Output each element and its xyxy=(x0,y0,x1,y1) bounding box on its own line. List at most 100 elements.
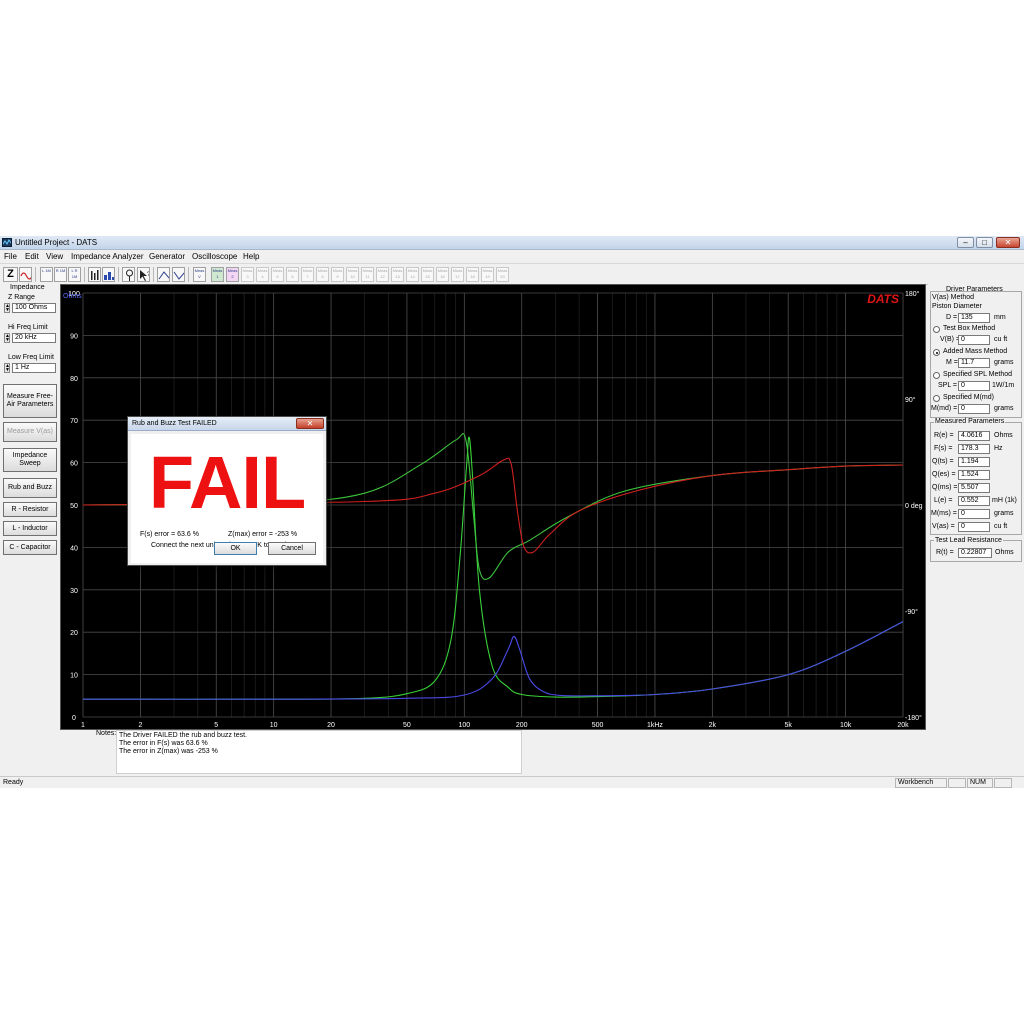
low-freq-field[interactable]: 1 Hz xyxy=(12,363,56,373)
window-title: Untitled Project - DATS xyxy=(15,238,98,247)
menu-generator[interactable]: Generator xyxy=(149,252,185,261)
toolbar-meas-11-button[interactable]: Meas 11 xyxy=(361,267,374,282)
notes-line-1: The Driver FAILED the rub and buzz test. xyxy=(119,732,248,739)
test-box-method-radio[interactable] xyxy=(933,326,940,333)
x-tick-label: 1 xyxy=(81,722,85,729)
vas-field: 0 xyxy=(958,522,990,532)
toolbar-meas-9-button[interactable]: Meas 9 xyxy=(331,267,344,282)
rub-and-buzz-button[interactable]: Rub and Buzz xyxy=(3,478,57,498)
hi-freq-field[interactable]: 20 kHz xyxy=(12,333,56,343)
status-bar: Ready Workbench NUM xyxy=(0,776,1024,788)
vb-unit: cu ft xyxy=(994,336,1008,343)
test-lead-header: Test Lead Resistance xyxy=(934,537,1003,544)
vb-field[interactable]: 0 xyxy=(958,335,990,345)
low-freq-label: Low Freq Limit xyxy=(8,354,54,361)
d-field[interactable]: 135 xyxy=(958,313,990,323)
specified-mmd-radio[interactable] xyxy=(933,395,940,402)
dialog-close-button[interactable]: ✕ xyxy=(296,418,324,429)
toolbar-meas-17-button[interactable]: Meas 17 xyxy=(451,267,464,282)
equalizer-button[interactable] xyxy=(88,267,101,282)
toolbar-meas-7-button[interactable]: Meas 7 xyxy=(301,267,314,282)
phase-tick-label: -90° xyxy=(905,608,918,616)
spectrum-button[interactable] xyxy=(102,267,115,282)
ok-button[interactable]: OK xyxy=(214,542,257,555)
toolbar-meas-3-button[interactable]: Meas 3 xyxy=(241,267,254,282)
measure-vas-button[interactable]: Measure V(as) xyxy=(3,422,57,442)
toolbar-meas-5-button[interactable]: Meas 5 xyxy=(271,267,284,282)
phase-button[interactable] xyxy=(157,267,170,282)
toolbar-meas-15-button[interactable]: Meas 15 xyxy=(421,267,434,282)
qes-label: Q(es) = xyxy=(932,471,956,478)
low-freq-spinner[interactable]: ▲ ▼ xyxy=(4,363,10,373)
toolbar-meas-13-button[interactable]: Meas 13 xyxy=(391,267,404,282)
added-mass-method-radio[interactable] xyxy=(933,349,940,356)
sine-wave-button[interactable] xyxy=(19,267,32,282)
spl-field[interactable]: 0 xyxy=(958,381,990,391)
toolbar-meas-1-button[interactable]: Meas 1 xyxy=(211,267,224,282)
le-label: L(e) = xyxy=(934,497,953,504)
toolbar-meas-8-button[interactable]: Meas 8 xyxy=(316,267,329,282)
toolbar-meas-v-button[interactable]: Meas V xyxy=(193,267,206,282)
d-unit: mm xyxy=(994,314,1006,321)
frequency-button[interactable] xyxy=(172,267,185,282)
measure-free-air-button[interactable]: Measure Free-Air Parameters xyxy=(3,384,57,418)
toolbar-r1m-button[interactable]: R 1M xyxy=(54,267,67,282)
y-tick-label: 90 xyxy=(70,333,78,340)
title-bar: Untitled Project - DATS – □ ✕ xyxy=(0,236,1024,250)
m-field[interactable]: 11.7 xyxy=(958,358,990,368)
menu-view[interactable]: View xyxy=(46,252,63,261)
menu-edit[interactable]: Edit xyxy=(25,252,39,261)
menu-oscilloscope[interactable]: Oscilloscope xyxy=(192,252,237,261)
maximize-button[interactable]: □ xyxy=(976,237,993,248)
series-impedance-measured xyxy=(82,621,904,700)
menu-help[interactable]: Help xyxy=(243,252,259,261)
re-unit: Ohms xyxy=(994,432,1013,439)
toolbar-meas-19-button[interactable]: Meas 19 xyxy=(481,267,494,282)
toolbar-l1m-button[interactable]: L 1M xyxy=(40,267,53,282)
toolbar-meas-6-button[interactable]: Meas 6 xyxy=(286,267,299,282)
specified-spl-method-radio[interactable] xyxy=(933,372,940,379)
spl-label: SPL = xyxy=(938,382,958,389)
spectrum-icon xyxy=(104,272,114,280)
mmd-field[interactable]: 0 xyxy=(958,404,990,414)
z-range-spinner[interactable]: ▲ ▼ xyxy=(4,303,10,313)
mms-label: M(ms) = xyxy=(931,510,957,517)
toolbar-meas-10-button[interactable]: Meas 10 xyxy=(346,267,359,282)
probe-button[interactable] xyxy=(122,267,135,282)
toolbar-meas-2-button[interactable]: Meas 2 xyxy=(226,267,239,282)
notes-box[interactable]: The Driver FAILED the rub and buzz test.… xyxy=(116,730,522,774)
phase-tick-label: -180° xyxy=(905,714,922,722)
hi-freq-spinner[interactable]: ▲ ▼ xyxy=(4,333,10,343)
resistor-button[interactable]: R - Resistor xyxy=(3,502,57,517)
cancel-button[interactable]: Cancel xyxy=(268,542,316,555)
help-pointer-button[interactable]: ? xyxy=(137,267,150,282)
toolbar-lr1m-button[interactable]: L R 1M xyxy=(68,267,81,282)
status-ready: Ready xyxy=(3,779,24,786)
x-tick-label: 100 xyxy=(458,722,470,729)
le-field: 0.552 xyxy=(958,496,990,506)
impedance-mode-button[interactable]: Z xyxy=(3,267,18,282)
z-range-label: Z Range xyxy=(8,294,35,301)
re-field: 4.0616 xyxy=(958,431,990,441)
toolbar-meas-14-button[interactable]: Meas 14 xyxy=(406,267,419,282)
capacitor-button[interactable]: C - Capacitor xyxy=(3,540,57,555)
svg-text:?: ? xyxy=(147,272,150,278)
sine-wave-icon xyxy=(20,272,31,280)
dats-logo: DATS xyxy=(867,292,899,306)
toolbar-meas-12-button[interactable]: Meas 12 xyxy=(376,267,389,282)
menu-file[interactable]: File xyxy=(4,252,17,261)
toolbar-meas-20-button[interactable]: Meas 20 xyxy=(496,267,509,282)
menu-impedance-analyzer[interactable]: Impedance Analyzer xyxy=(71,252,144,261)
impedance-sweep-button[interactable]: Impedance Sweep xyxy=(3,448,57,472)
mms-field: 0 xyxy=(958,509,990,519)
x-tick-label: 5k xyxy=(785,722,793,729)
z-range-field[interactable]: 100 Ohms xyxy=(12,303,56,313)
close-button[interactable]: ✕ xyxy=(996,237,1020,248)
toolbar-meas-16-button[interactable]: Meas 16 xyxy=(436,267,449,282)
rt-field[interactable]: 0.22807 xyxy=(958,548,992,558)
toolbar-meas-4-button[interactable]: Meas 4 xyxy=(256,267,269,282)
mms-unit: grams xyxy=(994,510,1014,517)
toolbar-meas-18-button[interactable]: Meas 18 xyxy=(466,267,479,282)
minimize-button[interactable]: – xyxy=(957,237,974,248)
inductor-button[interactable]: L - Inductor xyxy=(3,521,57,536)
